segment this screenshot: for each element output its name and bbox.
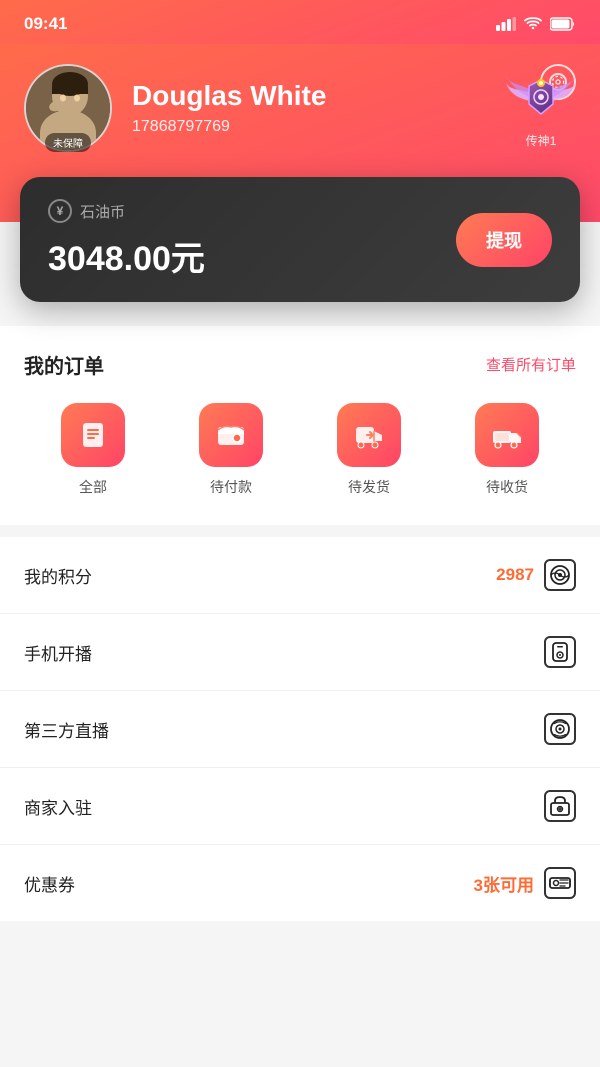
main-content: 我的订单 查看所有订单 全部 xyxy=(0,302,600,921)
menu-label-merchant: 商家入驻 xyxy=(24,794,92,819)
status-icons xyxy=(496,17,576,31)
wifi-icon xyxy=(524,17,542,31)
profile-info: Douglas White 17868797769 xyxy=(132,80,486,136)
battery-icon xyxy=(550,17,576,31)
rank-badge: 传神1 xyxy=(506,68,576,149)
menu-label-phone-live: 手机开播 xyxy=(24,640,92,665)
order-item-all[interactable]: 全部 xyxy=(61,403,125,497)
order-icon-all xyxy=(61,403,125,467)
menu-right-third-party-live xyxy=(544,713,576,745)
view-all-orders-link[interactable]: 查看所有订单 xyxy=(486,354,576,375)
order-label-pending-receive: 待收货 xyxy=(486,477,528,497)
order-label-pending-pay: 待付款 xyxy=(210,477,252,497)
menu-item-third-party-live[interactable]: 第三方直播 xyxy=(0,691,600,768)
orders-header: 我的订单 查看所有订单 xyxy=(24,350,576,379)
rank-icon xyxy=(506,68,576,128)
yuan-icon: ¥ xyxy=(48,199,72,223)
order-icon-pending-pay xyxy=(199,403,263,467)
coupon-icon xyxy=(544,867,576,899)
merchant-icon xyxy=(544,790,576,822)
menu-right-merchant xyxy=(544,790,576,822)
currency-row: ¥ 石油币 xyxy=(48,199,205,223)
menu-label-coupon: 优惠券 xyxy=(24,871,75,896)
profile-phone: 17868797769 xyxy=(132,118,486,136)
balance-card: ¥ 石油币 3048.00元 提现 xyxy=(20,177,580,302)
third-party-live-icon xyxy=(544,713,576,745)
order-icon-pending-receive xyxy=(475,403,539,467)
avatar-badge: 未保障 xyxy=(45,133,91,152)
menu-right-points: 2987 xyxy=(496,559,576,591)
orders-title: 我的订单 xyxy=(24,350,104,379)
points-icon xyxy=(544,559,576,591)
menu-item-coupon[interactable]: 优惠券 3张可用 xyxy=(0,845,600,921)
order-label-pending-ship: 待发货 xyxy=(348,477,390,497)
menu-section: 我的积分 2987 手机开播 xyxy=(0,537,600,921)
order-icons-row: 全部 待付款 xyxy=(24,403,576,497)
avatar-container: 未保障 xyxy=(24,64,112,152)
menu-right-phone-live xyxy=(544,636,576,668)
menu-item-phone-live[interactable]: 手机开播 xyxy=(0,614,600,691)
order-item-pending-ship[interactable]: 待发货 xyxy=(337,403,401,497)
balance-left: ¥ 石油币 3048.00元 xyxy=(48,199,205,280)
menu-label-points: 我的积分 xyxy=(24,563,92,588)
status-bar: 09:41 xyxy=(0,0,600,44)
menu-right-coupon: 3张可用 xyxy=(474,867,576,899)
withdraw-button[interactable]: 提现 xyxy=(456,213,552,267)
order-item-pending-pay[interactable]: 待付款 xyxy=(199,403,263,497)
phone-live-icon xyxy=(544,636,576,668)
orders-section: 我的订单 查看所有订单 全部 xyxy=(0,326,600,525)
menu-label-third-party-live: 第三方直播 xyxy=(24,717,109,742)
status-time: 09:41 xyxy=(24,14,67,34)
balance-amount: 3048.00元 xyxy=(48,231,205,280)
rank-label: 传神1 xyxy=(526,132,557,149)
order-item-pending-receive[interactable]: 待收货 xyxy=(475,403,539,497)
points-value: 2987 xyxy=(496,565,534,585)
profile-row: 未保障 Douglas White 17868797769 xyxy=(24,64,576,152)
menu-item-merchant[interactable]: 商家入驻 xyxy=(0,768,600,845)
signal-icon xyxy=(496,17,516,31)
currency-label: 石油币 xyxy=(80,201,125,222)
profile-name: Douglas White xyxy=(132,80,486,112)
menu-item-points[interactable]: 我的积分 2987 xyxy=(0,537,600,614)
coupon-value: 3张可用 xyxy=(474,871,534,896)
order-icon-pending-ship xyxy=(337,403,401,467)
order-label-all: 全部 xyxy=(79,477,107,497)
